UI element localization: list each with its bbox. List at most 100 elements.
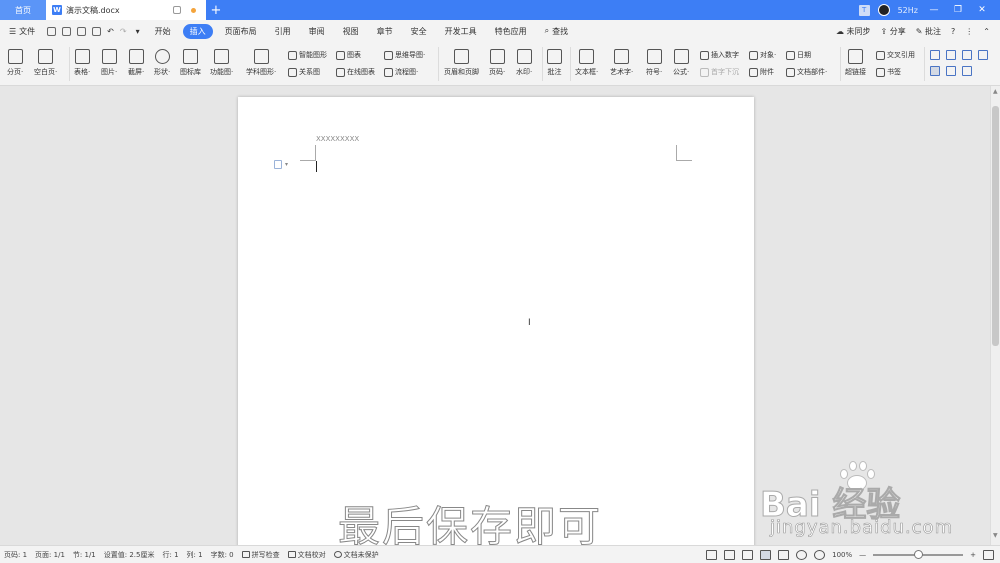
textbox-button[interactable]: 文本框· <box>575 49 598 77</box>
function-chart-button[interactable]: 功能图· <box>210 49 233 77</box>
proofread-button[interactable]: 文档校对 <box>284 550 330 560</box>
web-view-icon[interactable] <box>796 549 808 560</box>
layout-option-7-icon[interactable] <box>962 66 972 76</box>
spellcheck-button[interactable]: 拼写检查 <box>238 550 284 560</box>
chart-button[interactable]: 图表 <box>336 50 361 60</box>
shape-button[interactable]: 形状· <box>154 49 170 77</box>
new-tab-button[interactable]: + <box>206 0 226 20</box>
relation-chart-button[interactable]: 关系图 <box>288 67 320 77</box>
layout-option-6-icon[interactable] <box>946 66 956 76</box>
dropcap-button[interactable]: 首字下沉 <box>700 67 739 77</box>
file-menu[interactable]: ☰ 文件 <box>0 26 44 37</box>
attachment-button[interactable]: 附件 <box>749 67 774 77</box>
date-button[interactable]: 日期 <box>786 50 811 60</box>
layout-option-5-icon[interactable] <box>930 66 940 76</box>
science-shape-button[interactable]: 学科图形· <box>246 49 276 77</box>
menu-item-security[interactable]: 安全 <box>402 26 436 37</box>
page-view-icon[interactable] <box>760 549 772 560</box>
mindmap-button[interactable]: 思维导图· <box>384 50 425 60</box>
tab-document[interactable]: W 演示文稿.docx <box>46 0 206 20</box>
print-preview-icon[interactable] <box>92 26 102 36</box>
reading-mode-icon[interactable] <box>724 549 736 560</box>
icon-library-button[interactable]: 图标库 <box>180 49 201 77</box>
export-icon[interactable] <box>62 26 72 36</box>
layout-option-3-icon[interactable] <box>962 50 972 60</box>
document-page[interactable]: XXXXXXXXX ▾ <box>238 97 754 545</box>
zoom-in-button[interactable]: + <box>970 551 976 559</box>
flowchart-button[interactable]: 流程图· <box>384 67 418 77</box>
formula-button[interactable]: 公式· <box>673 49 689 77</box>
close-button[interactable]: ✕ <box>974 5 990 15</box>
more-button[interactable]: ⋮ <box>965 27 973 36</box>
bookmark-button[interactable]: 书签 <box>876 67 901 77</box>
sync-button[interactable]: ☁ 未同步 <box>836 26 871 37</box>
save-icon[interactable] <box>47 26 57 36</box>
comment-button[interactable]: ✎ 批注 <box>916 26 941 37</box>
vertical-scrollbar[interactable]: ▲ ▼ <box>990 86 1000 545</box>
tab-home[interactable]: 首页 <box>0 0 46 20</box>
object-button[interactable]: 对象· <box>749 50 776 60</box>
page-break-button[interactable]: 分页· <box>7 49 23 77</box>
page-number-button[interactable]: 页码· <box>489 49 505 77</box>
share-button[interactable]: ⇪ 分享 <box>881 26 906 37</box>
avatar[interactable] <box>877 4 890 16</box>
print-icon[interactable] <box>77 26 87 36</box>
protect-button[interactable]: 文档未保护 <box>330 550 383 560</box>
search-button[interactable]: ⌕ 查找 <box>536 26 577 37</box>
menu-item-view[interactable]: 视图 <box>334 26 368 37</box>
cross-reference-button[interactable]: 交叉引用 <box>876 50 915 60</box>
menu-item-chapter[interactable]: 章节 <box>368 26 402 37</box>
zoom-level[interactable]: 100% <box>832 551 852 559</box>
menu-item-start[interactable]: 开始 <box>146 26 180 37</box>
chevron-down-icon[interactable]: ▾ <box>285 161 288 168</box>
online-chart-button[interactable]: 在线图表 <box>336 67 375 77</box>
doc-part-button[interactable]: 文档部件· <box>786 67 827 77</box>
status-pages[interactable]: 页面: 1/1 <box>31 550 69 560</box>
menu-item-page-layout[interactable]: 页面布局 <box>216 26 266 37</box>
restore-button[interactable]: ❐ <box>950 5 966 15</box>
help-button[interactable]: ? <box>951 27 955 36</box>
undo-icon[interactable]: ↶ <box>104 27 117 36</box>
status-section[interactable]: 节: 1/1 <box>69 550 100 560</box>
status-position[interactable]: 设置值: 2.5厘米 <box>100 550 159 560</box>
window-mode-icon[interactable] <box>173 6 181 14</box>
table-button[interactable]: 表格· <box>74 49 90 77</box>
insert-number-button[interactable]: 插入数字 <box>700 50 739 60</box>
status-row[interactable]: 行: 1 <box>158 550 182 560</box>
minimize-button[interactable]: — <box>926 5 942 15</box>
watermark-button[interactable]: 水印· <box>516 49 532 77</box>
zoom-slider[interactable] <box>873 549 964 559</box>
quick-access-dropdown-icon[interactable]: ▾ <box>130 27 146 36</box>
paragraph-layout-icon[interactable] <box>274 160 282 169</box>
status-column[interactable]: 列: 1 <box>183 550 207 560</box>
eye-care-icon[interactable] <box>814 549 826 560</box>
layout-option-4-icon[interactable] <box>978 50 988 60</box>
pen-icon[interactable] <box>742 549 754 560</box>
layout-option-2-icon[interactable] <box>946 50 956 60</box>
hyperlink-button[interactable]: 超链接 <box>845 49 866 77</box>
layout-option-1-icon[interactable] <box>930 50 940 60</box>
annotation-button[interactable]: 批注 <box>547 49 562 77</box>
collapse-ribbon-button[interactable]: ⌃ <box>983 27 990 36</box>
fullscreen-icon[interactable] <box>706 549 718 560</box>
screenshot-button[interactable]: 截屏· <box>128 49 144 77</box>
status-page-number[interactable]: 页码: 1 <box>0 550 31 560</box>
symbol-button[interactable]: 符号· <box>646 49 662 77</box>
header-footer-button[interactable]: 页眉和页脚 <box>444 49 479 77</box>
header-text[interactable]: XXXXXXXXX <box>316 135 359 143</box>
zoom-slider-knob[interactable] <box>913 549 923 559</box>
account-type-icon[interactable]: T <box>858 4 870 16</box>
smart-shape-button[interactable]: 智能图形 <box>288 50 327 60</box>
zoom-out-button[interactable]: — <box>859 551 866 559</box>
status-word-count[interactable]: 字数: 0 <box>207 550 238 560</box>
menu-item-references[interactable]: 引用 <box>266 26 300 37</box>
fit-window-icon[interactable] <box>983 549 994 560</box>
menu-item-developer[interactable]: 开发工具 <box>436 26 486 37</box>
redo-icon[interactable]: ↷ <box>117 27 130 36</box>
scroll-up-icon[interactable]: ▲ <box>993 88 998 95</box>
picture-button[interactable]: 图片· <box>101 49 117 77</box>
menu-item-review[interactable]: 审阅 <box>300 26 334 37</box>
scrollbar-thumb[interactable] <box>992 106 999 346</box>
scroll-down-icon[interactable]: ▼ <box>993 532 998 539</box>
outline-view-icon[interactable] <box>778 549 790 560</box>
